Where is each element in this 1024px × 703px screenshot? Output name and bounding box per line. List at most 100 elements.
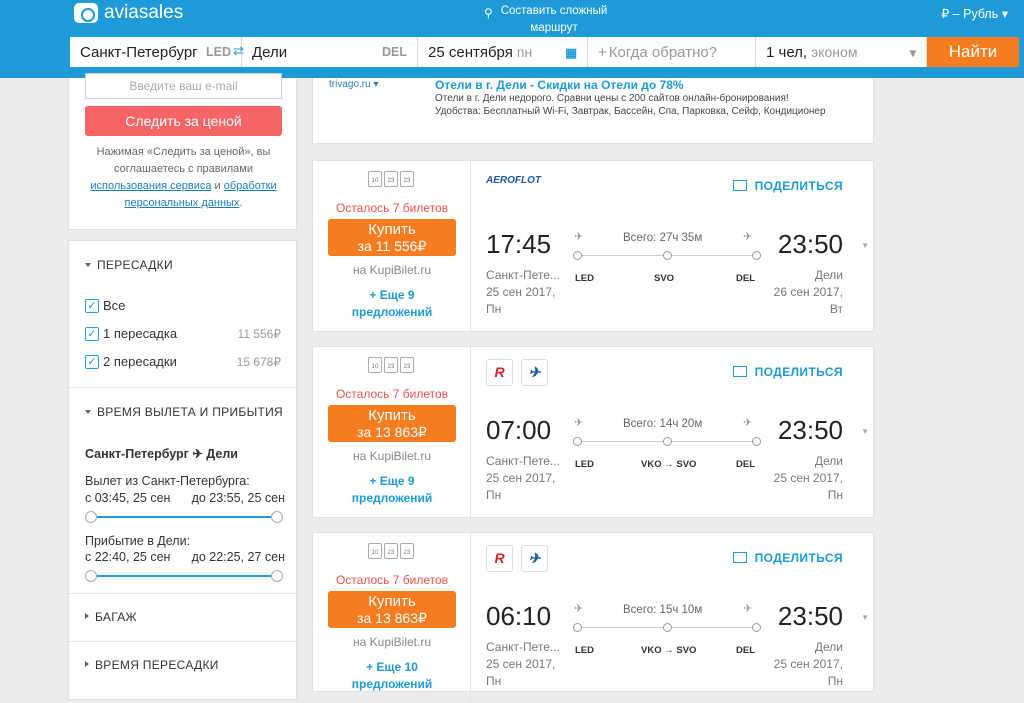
depart-time: 06:10 xyxy=(486,601,552,631)
layover-filter-title[interactable]: ВРЕМЯ ПЕРЕСАДКИ xyxy=(85,658,219,672)
bag-icon: 23 xyxy=(384,171,398,187)
slider-handle[interactable] xyxy=(85,570,97,582)
terms-note: Нажимая «Следить за ценой», вы соглашает… xyxy=(90,146,277,209)
logo[interactable]: aviasales xyxy=(74,2,183,24)
route-line xyxy=(573,623,761,632)
divider xyxy=(69,387,296,388)
expand-icon[interactable]: ▼ xyxy=(861,613,869,622)
slider-handle[interactable] xyxy=(271,511,283,523)
destination-date: 25 сен 2017, xyxy=(773,657,843,671)
expand-icon[interactable]: ▼ xyxy=(861,427,869,436)
seller-site: на KupiBilet.ru xyxy=(353,263,431,277)
origin-day: Пн xyxy=(486,674,502,688)
return-placeholder: Когда обратно? xyxy=(608,43,718,61)
check-icon[interactable]: ✓ xyxy=(85,354,99,369)
follow-price-button[interactable]: Следить за ценой xyxy=(85,106,282,136)
origin-code: LED xyxy=(206,45,231,59)
share-icon xyxy=(732,366,747,377)
stops-filter-2[interactable]: ✓ 2 пересадки 15 678₽ xyxy=(85,354,281,369)
depart-time-range: с 03:45, 25 сен до 23:55, 25 сен xyxy=(85,491,285,505)
bag-icon: 10 xyxy=(368,357,382,373)
stops-filter-all[interactable]: ✓ Все xyxy=(85,298,281,313)
buy-label: Купить xyxy=(368,407,416,424)
landing-icon: ✈ xyxy=(743,417,753,429)
trivago-logo[interactable]: trivago.ru ▾ xyxy=(329,79,378,90)
destination-city: Дели xyxy=(814,640,843,654)
share-label: ПОДЕЛИТЬСЯ xyxy=(754,365,843,379)
buy-button[interactable]: Купить за 11 556₽ xyxy=(328,219,456,256)
depart-day: пн xyxy=(516,44,533,60)
check-icon[interactable]: ✓ xyxy=(85,298,99,313)
takeoff-icon: ✈ xyxy=(574,603,584,615)
stops-filter-1[interactable]: ✓ 1 пересадка 11 556₽ xyxy=(85,326,281,341)
arrive-time-slider[interactable] xyxy=(85,570,283,582)
terms-link[interactable]: использования сервиса xyxy=(90,180,211,192)
origin-day: Пн xyxy=(486,488,502,502)
arrive-time: 23:50 xyxy=(777,601,843,631)
more-offers-link[interactable]: + Еще 9 предложений xyxy=(333,473,451,507)
depart-date-field[interactable]: 25 сентября пн ▦ xyxy=(418,37,588,67)
more-offers-link[interactable]: + Еще 10 предложений xyxy=(333,659,451,693)
expand-icon[interactable]: ▼ xyxy=(861,241,869,250)
seats-left: Осталось 7 билетов xyxy=(335,387,449,401)
cabin-value: эконом xyxy=(811,44,858,60)
total-duration: Всего: 15ч 10м xyxy=(623,604,703,616)
route-dot xyxy=(663,437,672,446)
depart-to: до 23:55, 25 сен xyxy=(191,491,285,505)
passengers-field[interactable]: 1 чел, эконом ▾ xyxy=(756,37,927,67)
more-offers-link[interactable]: + Еще 9 предложений xyxy=(333,287,451,321)
buy-button[interactable]: Купить за 13 863₽ xyxy=(328,591,456,628)
share-label: ПОДЕЛИТЬСЯ xyxy=(754,551,843,565)
route-dot xyxy=(752,437,761,446)
note-and: и xyxy=(214,180,221,192)
origin-field[interactable]: Санкт-Петербург LED ⇄ xyxy=(70,37,244,67)
origin-info: Санкт-Пете... 25 сен 2017, Пн xyxy=(486,639,560,690)
slider-handle[interactable] xyxy=(271,570,283,582)
origin-date: 25 сен 2017, xyxy=(486,657,556,671)
check-icon[interactable]: ✓ xyxy=(85,326,99,341)
arrive-time-range: с 22:40, 25 сен до 22:25, 27 сен xyxy=(85,550,285,564)
buy-price: за 13 863₽ xyxy=(357,424,427,440)
ticket-card: 10 23 23 Осталось 7 билетов Купить за 13 86… xyxy=(312,532,874,703)
swap-icon[interactable]: ⇄ xyxy=(233,43,249,59)
share-button[interactable]: ПОДЕЛИТЬСЯ xyxy=(732,365,843,379)
destination-field[interactable]: Дели DEL xyxy=(242,37,418,67)
destination-city: Дели xyxy=(814,454,843,468)
share-button[interactable]: ПОДЕЛИТЬСЯ xyxy=(732,551,843,565)
stops-option-price: 15 678₽ xyxy=(236,354,281,369)
stops-filter-title[interactable]: ПЕРЕСАДКИ xyxy=(85,258,173,272)
stops-option-label: Все xyxy=(103,298,126,313)
airport-code: VKO → SVO xyxy=(641,459,697,470)
depart-time-slider[interactable] xyxy=(85,511,283,523)
airport-code: SVO xyxy=(654,273,675,284)
stops-option-label: 2 пересадки xyxy=(103,354,177,369)
share-button[interactable]: ПОДЕЛИТЬСЯ xyxy=(732,179,843,193)
divider xyxy=(69,593,296,594)
header: aviasales ⚲ Составить сложный маршрут ₽ –… xyxy=(0,0,1024,78)
landing-icon: ✈ xyxy=(743,231,753,243)
hotel-ad[interactable]: trivago.ru ▾ Отели в г. Дели - Скидки на… xyxy=(312,78,874,144)
ad-text: Отели в г. Дели недорого. Сравни цены с … xyxy=(435,93,789,104)
buy-button[interactable]: Купить за 13 863₽ xyxy=(328,405,456,442)
currency-select[interactable]: ₽ – Рубль ▾ xyxy=(941,6,1008,21)
takeoff-icon: ✈ xyxy=(574,231,584,243)
calendar-icon[interactable]: ▦ xyxy=(565,45,577,60)
arrive-time: 23:50 xyxy=(777,415,843,445)
times-filter-title[interactable]: ВРЕМЯ ВЫЛЕТА И ПРИБЫТИЯ xyxy=(85,405,283,419)
baggage-filter-title[interactable]: БАГАЖ xyxy=(85,610,137,624)
share-label: ПОДЕЛИТЬСЯ xyxy=(754,179,843,193)
find-button[interactable]: Найти xyxy=(927,37,1019,67)
ad-title[interactable]: Отели в г. Дели - Скидки на Отели до 78% xyxy=(435,78,684,92)
return-date-field[interactable]: + Когда обратно? xyxy=(588,37,756,67)
slider-handle[interactable] xyxy=(85,511,97,523)
origin-day: Пн xyxy=(486,302,502,316)
complex-route-label: Составить сложный маршрут xyxy=(500,5,608,34)
complex-route-link[interactable]: ⚲ Составить сложный маршрут xyxy=(484,3,624,37)
bag-icon: 23 xyxy=(384,357,398,373)
bag-icon: 23 xyxy=(400,543,414,559)
passengers-value: 1 чел, xyxy=(766,43,808,61)
depart-date-value: 25 сентября xyxy=(428,43,513,61)
ticket-buy-column: 10 23 23 Осталось 7 билетов Купить за 13 86… xyxy=(313,533,471,703)
airport-code: LED xyxy=(575,645,594,656)
email-input[interactable]: Введите ваш e-mail xyxy=(85,73,282,99)
